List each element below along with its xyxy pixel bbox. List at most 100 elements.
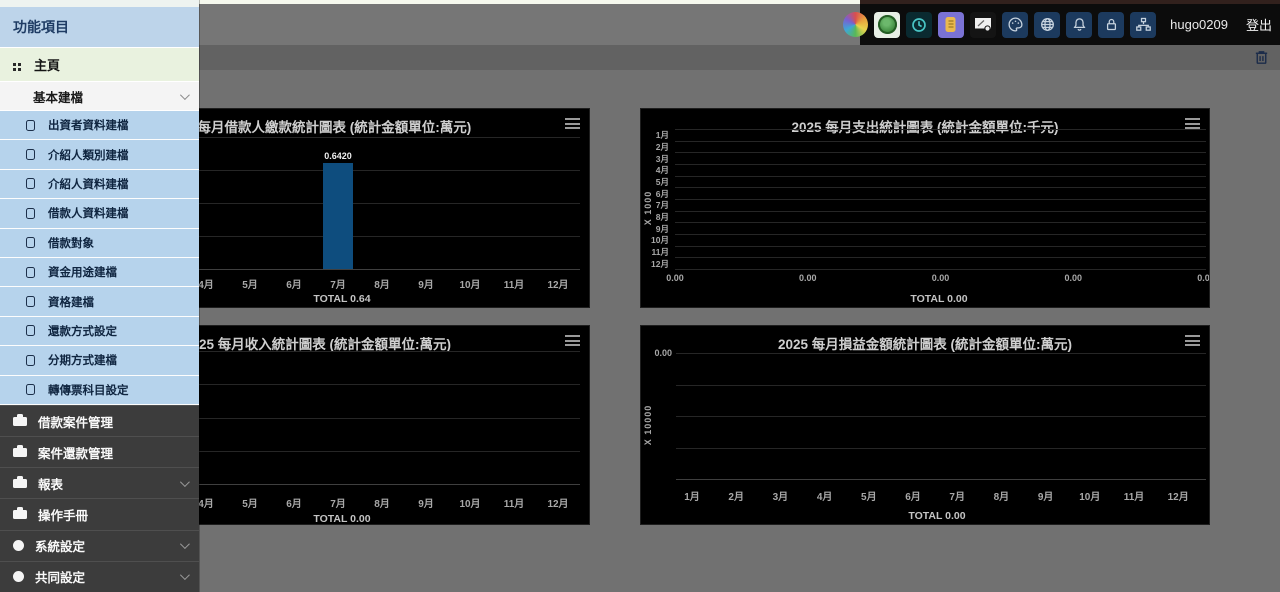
logo-green-icon[interactable] bbox=[874, 12, 900, 38]
sidebar-group-label: 基本建檔 bbox=[33, 87, 180, 106]
gridline bbox=[675, 152, 1206, 153]
axis-unit-label: X 10000 bbox=[643, 405, 653, 446]
axis-category-label: 9月 bbox=[418, 276, 434, 291]
form-icon bbox=[26, 296, 35, 307]
sidebar-item-label: 報表 bbox=[38, 474, 180, 493]
sidebar-item-9[interactable]: 分期方式建檔 bbox=[0, 346, 199, 375]
gridline bbox=[676, 385, 1206, 386]
briefcase-icon bbox=[13, 448, 27, 457]
bar[interactable] bbox=[323, 163, 353, 269]
sidebar-item-6[interactable]: 資金用途建檔 bbox=[0, 258, 199, 287]
sidebar: 功能項目 主頁 基本建檔 出資者資料建檔介紹人類別建檔介紹人資料建檔借款人資料建… bbox=[0, 0, 200, 592]
trash-icon[interactable] bbox=[1253, 49, 1270, 66]
form-icon bbox=[26, 267, 35, 278]
axis-category-label: 5月 bbox=[861, 488, 877, 503]
chart-panel-profit: 2025 每月損益金額統計圖表 (統計金額單位:萬元) X 10000 0.00… bbox=[640, 325, 1210, 525]
sidebar-item-home[interactable]: 主頁 bbox=[0, 48, 199, 82]
clock-icon[interactable] bbox=[906, 12, 932, 38]
sidebar-dark-item-4[interactable]: 操作手冊 bbox=[0, 498, 199, 529]
axis-tick-label: 0.00 bbox=[799, 273, 817, 283]
sidebar-item-label: 借款案件管理 bbox=[38, 412, 187, 431]
axis-category-label: 8月 bbox=[994, 488, 1010, 503]
axis-category-label: 9月 bbox=[1038, 488, 1054, 503]
axis-category-label: 1月 bbox=[684, 488, 700, 503]
axis-category-label: 12月 bbox=[547, 495, 568, 510]
axis-category-label: 11月 bbox=[504, 495, 525, 510]
sidebar-item-label: 借款對象 bbox=[48, 235, 94, 251]
sidebar-dark-item-2[interactable]: 案件還款管理 bbox=[0, 436, 199, 467]
axis-category-label: 10月 bbox=[651, 234, 669, 246]
username: hugo0209 bbox=[1170, 17, 1228, 32]
logout-button[interactable]: 登出 bbox=[1246, 15, 1272, 34]
axis-category-label: 1月 bbox=[656, 129, 669, 141]
axis-category-label: 7月 bbox=[330, 495, 346, 510]
sidebar-item-label: 資金用途建檔 bbox=[48, 264, 117, 280]
presentation-icon[interactable] bbox=[970, 12, 996, 38]
chart-menu-icon[interactable] bbox=[565, 118, 580, 129]
axis-category-label: 2月 bbox=[656, 141, 669, 153]
sidebar-item-label: 共同設定 bbox=[35, 567, 180, 586]
lock-icon[interactable] bbox=[1098, 12, 1124, 38]
chart-menu-icon[interactable] bbox=[1185, 335, 1200, 346]
sphere-icon bbox=[13, 540, 24, 551]
sidebar-item-label: 介紹人資料建檔 bbox=[48, 176, 129, 192]
logo-colorful-icon[interactable] bbox=[842, 12, 868, 38]
palette-icon[interactable] bbox=[1002, 12, 1028, 38]
chart-menu-icon[interactable] bbox=[565, 335, 580, 346]
axis-category-label: 12月 bbox=[547, 276, 568, 291]
briefcase-icon bbox=[13, 510, 27, 519]
gridline bbox=[676, 353, 1206, 354]
sidebar-item-1[interactable]: 出資者資料建檔 bbox=[0, 111, 199, 140]
sidebar-item-4[interactable]: 借款人資料建檔 bbox=[0, 199, 199, 228]
sidebar-dark-item-6[interactable]: 共同設定 bbox=[0, 561, 199, 592]
briefcase-icon bbox=[13, 417, 27, 426]
sidebar-title: 功能項目 bbox=[0, 7, 199, 48]
axis-category-label: 11月 bbox=[504, 276, 525, 291]
gridline bbox=[675, 257, 1206, 258]
sidebar-dark-item-5[interactable]: 系統設定 bbox=[0, 530, 199, 561]
sidebar-group-basic-setup[interactable]: 基本建檔 bbox=[0, 82, 199, 111]
chart-total: TOTAL 0.64 bbox=[313, 293, 370, 305]
axis-tick-label: 0.00 bbox=[642, 348, 672, 358]
sidebar-item-5[interactable]: 借款對象 bbox=[0, 229, 199, 258]
scroll-icon[interactable] bbox=[938, 12, 964, 38]
gridline bbox=[675, 234, 1206, 235]
gridline bbox=[676, 416, 1206, 417]
globe-icon[interactable] bbox=[1034, 12, 1060, 38]
sidebar-item-8[interactable]: 還款方式設定 bbox=[0, 317, 199, 346]
axis-tick-label: 0.00 bbox=[932, 273, 950, 283]
sidebar-item-3[interactable]: 介紹人資料建檔 bbox=[0, 170, 199, 199]
sidebar-item-label: 借款人資料建檔 bbox=[48, 205, 129, 221]
axis-category-label: 4月 bbox=[198, 495, 214, 510]
axis-category-label: 6月 bbox=[656, 188, 669, 200]
form-icon bbox=[26, 237, 35, 248]
sidebar-item-7[interactable]: 資格建檔 bbox=[0, 287, 199, 316]
sidebar-dark-section: 借款案件管理案件還款管理報表操作手冊系統設定共同設定 bbox=[0, 405, 199, 592]
sidebar-item-label: 案件還款管理 bbox=[38, 443, 187, 462]
chevron-down-icon bbox=[180, 90, 190, 100]
bell-icon[interactable] bbox=[1066, 12, 1092, 38]
axis-tick-label: 0.00 bbox=[666, 273, 684, 283]
axis-category-label: 8月 bbox=[374, 495, 390, 510]
sitemap-icon[interactable] bbox=[1130, 12, 1156, 38]
axis-category-label: 7月 bbox=[330, 276, 346, 291]
chart-total: TOTAL 0.00 bbox=[908, 510, 965, 522]
sidebar-item-2[interactable]: 介紹人類別建檔 bbox=[0, 140, 199, 169]
axis-category-label: 10月 bbox=[1079, 488, 1100, 503]
sphere-icon bbox=[13, 571, 24, 582]
sidebar-item-10[interactable]: 轉傳票科目設定 bbox=[0, 376, 199, 405]
axis-unit-label: X 1000 bbox=[643, 191, 653, 226]
axis-category-label: 7月 bbox=[656, 199, 669, 211]
axis-category-label: 5月 bbox=[656, 176, 669, 188]
sidebar-dark-item-1[interactable]: 借款案件管理 bbox=[0, 405, 199, 436]
gridline bbox=[675, 129, 1206, 130]
sidebar-item-label: 資格建檔 bbox=[48, 294, 94, 310]
sidebar-dark-item-3[interactable]: 報表 bbox=[0, 467, 199, 498]
axis-category-label: 2月 bbox=[728, 488, 744, 503]
chart-menu-icon[interactable] bbox=[1185, 118, 1200, 129]
axis-category-label: 4月 bbox=[656, 164, 669, 176]
axis-category-label: 4月 bbox=[817, 488, 833, 503]
gridline bbox=[675, 246, 1206, 247]
axis-category-label: 12月 bbox=[651, 258, 669, 270]
bar-value-label: 0.6420 bbox=[324, 151, 352, 161]
